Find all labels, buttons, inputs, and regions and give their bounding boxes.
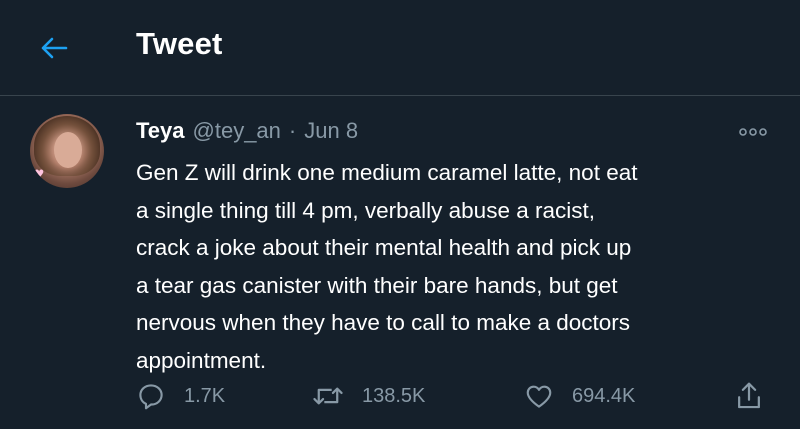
avatar-face	[54, 132, 82, 168]
tweet-date[interactable]: Jun 8	[304, 118, 358, 143]
reply-icon	[139, 384, 163, 410]
tweet: ♥ Teya @tey_an · Jun 8 Gen Z will drink one…	[0, 96, 800, 429]
arrow-left-icon	[41, 37, 68, 59]
like-button[interactable]: 694.4K	[524, 376, 635, 416]
back-button[interactable]	[30, 28, 78, 68]
share-icon	[738, 382, 760, 409]
heart-icon	[526, 385, 552, 408]
reply-button[interactable]: 1.7K	[136, 376, 225, 416]
retweet-button[interactable]: 138.5K	[312, 376, 425, 416]
top-header: Tweet	[0, 0, 800, 96]
retweet-icon	[313, 387, 343, 405]
more-options-button[interactable]	[738, 122, 768, 142]
more-icon	[739, 128, 767, 136]
tweet-actions: 1.7K 138.5K 694.4K	[0, 376, 800, 416]
separator-dot: ·	[288, 118, 297, 143]
author-display-name[interactable]: Teya	[136, 118, 185, 143]
reply-count: 1.7K	[184, 384, 226, 407]
tweet-author-row: Teya @tey_an · Jun 8	[136, 117, 358, 145]
like-count: 694.4K	[572, 384, 636, 407]
avatar[interactable]: ♥	[30, 114, 104, 188]
tweet-text: Gen Z will drink one medium caramel latt…	[136, 160, 638, 373]
heart-sticker-icon: ♥	[34, 164, 45, 183]
share-button[interactable]	[734, 376, 764, 416]
retweet-count: 138.5K	[362, 384, 426, 407]
page-title: Tweet	[136, 26, 223, 61]
author-handle[interactable]: @tey_an	[193, 118, 281, 143]
